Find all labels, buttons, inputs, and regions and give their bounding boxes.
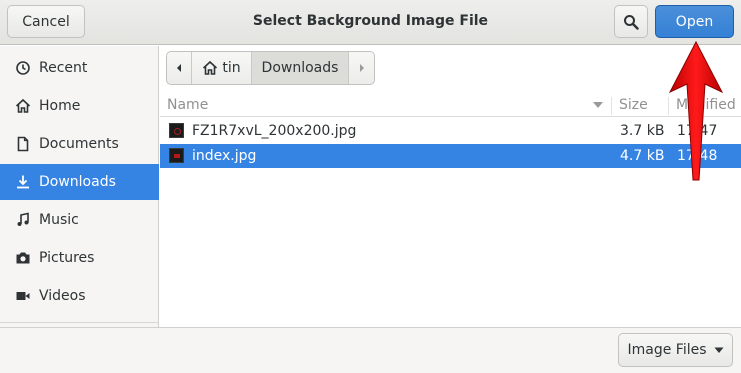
- path-scroll-left-button[interactable]: [167, 52, 192, 84]
- search-button[interactable]: [614, 5, 648, 38]
- file-name: index.jpg: [192, 148, 257, 164]
- open-button[interactable]: Open: [655, 5, 734, 38]
- sidebar-item-music[interactable]: Music: [0, 202, 159, 238]
- search-icon: [624, 14, 639, 30]
- file-size: 4.7 kB: [620, 148, 665, 164]
- column-separator[interactable]: [611, 97, 612, 115]
- column-separator[interactable]: [668, 97, 669, 115]
- sidebar-item-recent[interactable]: Recent: [0, 50, 159, 86]
- chevron-down-icon: [714, 347, 724, 353]
- file-name: FZ1R7xvL_200x200.jpg: [192, 123, 357, 139]
- column-header-size[interactable]: Size: [619, 97, 648, 113]
- sidebar-item-label: Pictures: [39, 250, 95, 266]
- chevron-right-icon: [359, 64, 364, 72]
- sidebar-item-label: Downloads: [39, 174, 116, 190]
- music-icon: [15, 212, 31, 228]
- footer-bar: Image Files: [0, 327, 741, 373]
- chevron-left-icon: [177, 64, 181, 72]
- path-bar: tin Downloads: [166, 51, 375, 85]
- file-modified: 17:47: [677, 123, 718, 139]
- file-type-filter-label: Image Files: [627, 342, 707, 358]
- file-type-filter-dropdown[interactable]: Image Files: [618, 333, 733, 367]
- sidebar-item-label: Recent: [39, 60, 88, 76]
- column-header-modified[interactable]: Modified: [676, 97, 736, 113]
- file-row[interactable]: FZ1R7xvL_200x200.jpg 3.7 kB 17:47: [160, 119, 741, 143]
- header-bar: Cancel Select Background Image File Open: [0, 0, 741, 45]
- path-scroll-right-button[interactable]: [349, 52, 374, 84]
- places-sidebar: Recent Home Documents Downloads Music Pi…: [0, 46, 159, 327]
- sidebar-item-label: Home: [39, 98, 81, 114]
- clock-icon: [15, 60, 31, 76]
- cancel-button[interactable]: Cancel: [7, 5, 85, 38]
- sidebar-item-documents[interactable]: Documents: [0, 126, 159, 162]
- sidebar-item-videos[interactable]: Videos: [0, 278, 159, 314]
- camera-icon: [15, 250, 31, 266]
- file-size: 3.7 kB: [620, 123, 665, 139]
- path-current-label: Downloads: [261, 60, 339, 76]
- sidebar-item-home[interactable]: Home: [0, 88, 159, 124]
- sidebar-item-label: Music: [39, 212, 79, 228]
- document-icon: [15, 136, 31, 152]
- path-home-label: tin: [222, 60, 241, 76]
- video-icon: [15, 288, 31, 304]
- file-row[interactable]: index.jpg 4.7 kB 17:48: [160, 144, 741, 168]
- download-icon: [15, 174, 31, 190]
- image-thumbnail-icon: [169, 148, 184, 163]
- path-home-button[interactable]: tin: [192, 52, 252, 84]
- column-header-name[interactable]: Name: [167, 97, 208, 113]
- path-current-button[interactable]: Downloads: [252, 52, 349, 84]
- sidebar-item-label: Documents: [39, 136, 119, 152]
- sidebar-divider: [0, 322, 159, 323]
- file-modified: 17:48: [677, 148, 718, 164]
- home-icon: [15, 98, 31, 114]
- sort-descending-icon: [593, 102, 603, 108]
- home-icon: [203, 60, 218, 75]
- sidebar-item-label: Videos: [39, 288, 86, 304]
- sidebar-item-pictures[interactable]: Pictures: [0, 240, 159, 276]
- file-list-header: Name Size Modified: [160, 93, 741, 117]
- sidebar-item-downloads[interactable]: Downloads: [0, 164, 159, 200]
- image-thumbnail-icon: [169, 123, 184, 138]
